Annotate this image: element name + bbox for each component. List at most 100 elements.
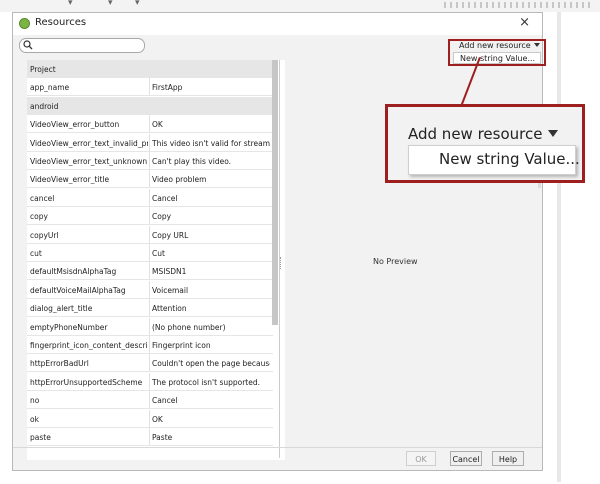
table-row[interactable]: no Cancel	[27, 391, 273, 410]
background-ide-strip: ▾ ▾ ▾	[0, 0, 600, 12]
add-new-resource-zoomed: Add new resource	[408, 125, 559, 143]
chevron-down-icon: ▾	[68, 0, 73, 8]
resource-key: VideoView_error_text_invalid_progres	[30, 138, 148, 148]
column-separator	[149, 78, 150, 96]
resource-value: Can't play this video.	[152, 157, 232, 166]
resource-key: VideoView_error_text_unknown	[30, 157, 148, 166]
add-new-resource-zoomed-label: Add new resource	[408, 125, 543, 143]
table-row[interactable]: httpErrorBadUrl Couldn't open the page be…	[27, 354, 273, 373]
resource-key: httpErrorUnsupportedScheme	[30, 377, 143, 387]
column-separator	[149, 244, 150, 261]
resource-key: paste	[30, 433, 51, 442]
column-separator	[149, 428, 150, 445]
highlight-callout-zoomed: Add new resource New string Value...	[385, 104, 585, 183]
table-row[interactable]: dialog_alert_title Attention	[27, 299, 273, 318]
resource-key: copyUrl	[30, 230, 59, 240]
column-separator	[149, 188, 150, 206]
table-row[interactable]: cancel Cancel	[27, 188, 273, 207]
table-row[interactable]: paste Paste	[27, 428, 273, 446]
table-row[interactable]: VideoView_error_button OK	[27, 115, 273, 134]
column-separator	[149, 262, 150, 280]
chevron-down-icon: ▾	[108, 0, 113, 8]
group-header-row[interactable]: Project	[27, 60, 273, 78]
resource-value: Couldn't open the page because t...	[152, 359, 270, 369]
resource-value: The protocol isn't supported.	[152, 377, 260, 387]
table-row[interactable]: defaultVoiceMailAlphaTag Voicemail	[27, 280, 273, 299]
table-row[interactable]: emptyPhoneNumber (No phone number)	[27, 317, 273, 336]
column-separator	[149, 170, 150, 188]
table-row[interactable]: app_name FirstApp	[27, 78, 273, 97]
group-header-row[interactable]: android	[27, 96, 273, 115]
resource-key: httpErrorBadUrl	[30, 359, 89, 369]
resource-value: Attention	[152, 304, 187, 314]
column-separator	[149, 391, 150, 409]
close-button[interactable]: ×	[519, 15, 530, 30]
column-separator	[149, 133, 150, 151]
table-row[interactable]: httpErrorUnsupportedScheme The protocol i…	[27, 372, 273, 391]
resource-key: cancel	[30, 193, 55, 203]
table-row[interactable]: ok OK	[27, 409, 273, 428]
table-scrollbar-thumb[interactable]	[272, 60, 278, 325]
table-row[interactable]: VideoView_error_text_invalid_progres This…	[27, 133, 273, 152]
resource-value: Paste	[152, 433, 173, 442]
table-row[interactable]: VideoView_error_text_unknown Can't play t…	[27, 152, 273, 170]
resource-value: FirstApp	[152, 83, 183, 93]
background-toolbar-text	[444, 2, 594, 8]
column-separator	[149, 336, 150, 353]
table-row[interactable]: cut Cut	[27, 244, 273, 262]
resource-key: emptyPhoneNumber	[30, 322, 108, 332]
resource-value: Voicemail	[152, 285, 189, 295]
group-header-label: android	[30, 101, 59, 111]
dialog-title: Resources	[35, 17, 87, 28]
preview-placeholder: No Preview	[373, 257, 418, 266]
resource-value: OK	[152, 120, 163, 130]
resource-value: Video problem	[152, 175, 207, 185]
resource-value: Copy	[152, 212, 172, 222]
resource-key: ok	[30, 414, 39, 424]
table-row[interactable]: copyUrl Copy URL	[27, 225, 273, 244]
column-separator	[149, 372, 150, 390]
resource-value: Cancel	[152, 193, 178, 203]
resource-key: defaultVoiceMailAlphaTag	[30, 285, 126, 295]
column-separator	[149, 207, 150, 225]
resource-value: (No phone number)	[152, 322, 226, 332]
footer-divider	[13, 447, 542, 448]
table-row[interactable]: defaultMsisdnAlphaTag MSISDN1	[27, 262, 273, 281]
search-icon	[23, 40, 33, 50]
column-separator	[149, 317, 150, 335]
help-button[interactable]: Help	[492, 451, 524, 466]
resource-value: Cancel	[152, 396, 178, 406]
dialog-titlebar: Resources ×	[13, 13, 542, 35]
group-header-label: Project	[30, 65, 56, 74]
dropdown-arrow-icon	[548, 130, 559, 137]
search-input[interactable]	[19, 38, 145, 53]
resource-value: Cut	[152, 249, 165, 258]
resource-key: dialog_alert_title	[30, 304, 93, 314]
resource-table: Project app_name FirstApp android VideoView_…	[27, 60, 285, 460]
column-separator	[149, 152, 150, 169]
column-separator	[149, 354, 150, 372]
resources-dialog: Resources × Add new resource New string …	[12, 12, 546, 471]
resource-value: Copy URL	[152, 230, 189, 240]
resource-key: cut	[30, 249, 42, 258]
column-separator	[149, 225, 150, 243]
resource-key: defaultMsisdnAlphaTag	[30, 267, 117, 277]
resource-value: Fingerprint icon	[152, 341, 211, 350]
background-ide-gutter	[557, 12, 561, 482]
table-row[interactable]: copy Copy	[27, 207, 273, 226]
ok-button[interactable]: OK	[406, 451, 436, 466]
cancel-button[interactable]: Cancel	[450, 451, 482, 466]
chevron-down-icon: ▾	[135, 0, 140, 8]
splitter-grip[interactable]	[280, 257, 283, 269]
column-separator	[149, 115, 150, 133]
resource-key: VideoView_error_title	[30, 175, 110, 185]
resource-key: no	[30, 396, 40, 406]
resource-value: MSISDN1	[152, 267, 187, 277]
android-studio-icon	[19, 18, 30, 29]
resource-value: This video isn't valid for streaming...	[152, 138, 270, 148]
menu-item-new-string-value-zoomed: New string Value...	[408, 145, 580, 175]
table-row[interactable]: fingerprint_icon_content_description Fing…	[27, 336, 273, 354]
column-separator	[149, 299, 150, 317]
table-row[interactable]: VideoView_error_title Video problem	[27, 170, 273, 189]
resource-value: OK	[152, 414, 163, 424]
